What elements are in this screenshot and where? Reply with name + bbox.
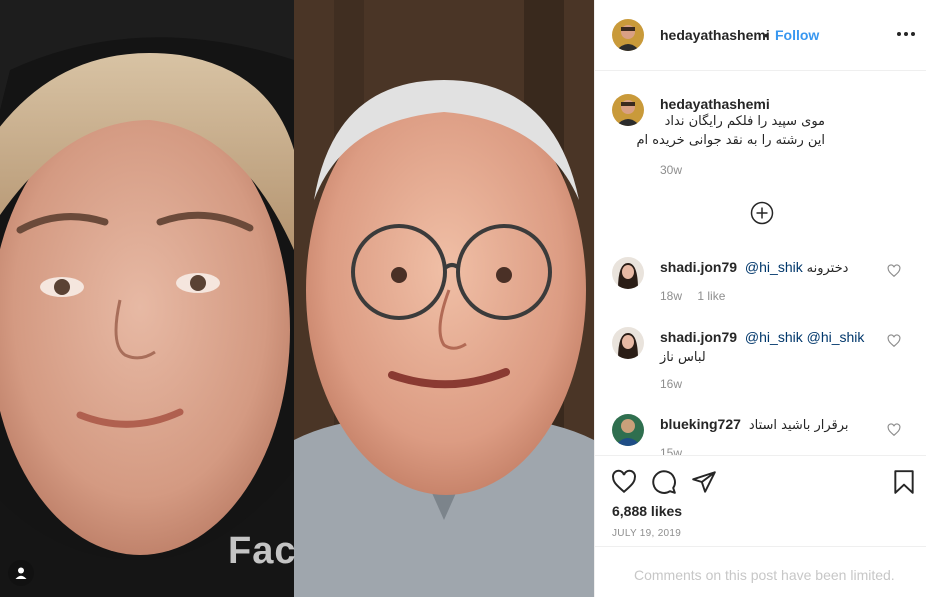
avatar[interactable]	[612, 327, 644, 359]
comment-text: لباس ناز	[660, 350, 706, 365]
comments-limited-notice: Comments on this post have been limited.	[595, 546, 926, 597]
comment-timestamp[interactable]: 15w	[660, 446, 682, 455]
comments-limited-text: Comments on this post have been limited.	[634, 567, 895, 583]
comment-mention[interactable]: @hi_shik	[807, 329, 865, 345]
post-date[interactable]: JULY 19, 2019	[612, 528, 681, 539]
follow-button[interactable]: Follow	[775, 27, 819, 43]
comment-username[interactable]: shadi.jon79	[660, 259, 737, 275]
heart-outline-icon[interactable]	[887, 334, 901, 348]
heart-icon[interactable]	[611, 469, 637, 495]
comment-timestamp[interactable]: 16w	[660, 377, 682, 391]
comment-mention[interactable]: @hi_shik	[745, 259, 803, 275]
comment-username[interactable]: shadi.jon79	[660, 329, 737, 345]
user-tag-icon[interactable]	[8, 560, 34, 586]
avatar[interactable]	[612, 257, 644, 289]
post-header: hedayathashemi • Follow	[595, 0, 926, 71]
comment-text: دخترونه	[806, 261, 849, 276]
bookmark-icon[interactable]	[891, 469, 917, 495]
avatar[interactable]	[612, 414, 644, 446]
heart-outline-icon[interactable]	[887, 264, 901, 278]
comment-timestamp[interactable]: 18w	[660, 289, 682, 303]
likes-count[interactable]: 6,888 likes	[612, 503, 682, 519]
caption-line-1: موی سپید را فلکم رایگان نداد	[664, 114, 825, 129]
more-options-icon[interactable]	[895, 24, 917, 44]
avatar[interactable]	[612, 19, 644, 51]
caption-timestamp[interactable]: 30w	[660, 163, 682, 177]
comment-icon[interactable]	[651, 469, 677, 495]
post-author-username[interactable]: hedayathashemi	[660, 27, 770, 43]
plus-circle-icon[interactable]	[750, 201, 774, 225]
separator-dot: •	[764, 27, 769, 43]
avatar[interactable]	[612, 94, 644, 126]
photo-watermark: Fac	[228, 530, 297, 572]
comment-username[interactable]: blueking727	[660, 416, 741, 432]
list-item: blueking727 برقرار باشید استاد 15w	[595, 414, 926, 455]
caption-line-2: این رشته را به نقد جوانی خریده ام	[636, 133, 825, 148]
photo-left-portrait	[0, 0, 294, 597]
post-side-panel: hedayathashemi • Follow hedayathashemi م…	[594, 0, 926, 597]
photo-right-portrait	[294, 0, 594, 597]
caption-username[interactable]: hedayathashemi	[660, 96, 770, 112]
share-icon[interactable]	[691, 469, 717, 495]
comments-section[interactable]: hedayathashemi موی سپید را فلکم رایگان ن…	[595, 72, 926, 455]
list-item: shadi.jon79 @hi_shik دخترونه 18w 1 like	[595, 257, 926, 327]
heart-outline-icon[interactable]	[887, 423, 901, 437]
comment-mention[interactable]: @hi_shik	[745, 329, 803, 345]
post-photo[interactable]: Fac	[0, 0, 594, 597]
comment-text: برقرار باشید استاد	[748, 418, 849, 433]
comment-likes[interactable]: 1 like	[697, 289, 725, 303]
list-item: shadi.jon79 @hi_shik @hi_shik لباس ناز 1…	[595, 327, 926, 397]
post-actions: 6,888 likes JULY 19, 2019 Comments on th…	[595, 455, 926, 597]
